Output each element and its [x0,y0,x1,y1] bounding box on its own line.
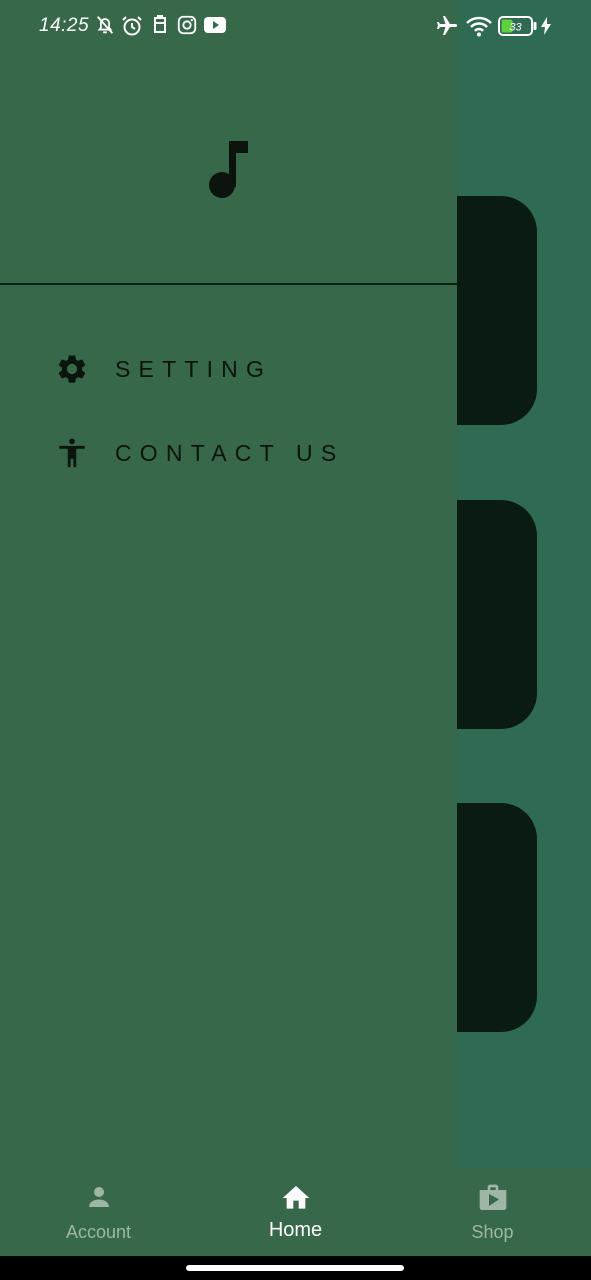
music-note-icon [209,141,248,198]
menu-item-label: CONTACT US [115,439,345,466]
charging-icon [541,17,551,35]
status-time: 14:25 [39,15,90,36]
notification-icon [154,15,166,33]
person-icon [88,1187,109,1207]
instagram-icon [177,15,197,35]
alarm-icon [122,16,142,36]
nav-label-account: Account [65,1222,132,1242]
youtube-icon [204,17,226,33]
nav-item-account[interactable]: Account [0,1168,197,1256]
nav-item-home[interactable]: Home [197,1168,394,1256]
gesture-area [0,1256,591,1280]
accessibility-icon [54,435,90,471]
gesture-handle[interactable] [186,1265,404,1271]
airplane-icon [437,16,457,35]
nav-item-shop[interactable]: Shop [394,1168,591,1256]
bell-off-icon [96,16,114,34]
shop-icon [479,1184,506,1210]
drawer-divider [0,283,457,285]
menu-item-label: SETTING [115,355,273,382]
wifi-icon [466,16,492,37]
battery-icon: 33 [498,16,537,36]
nav-label-shop: Shop [471,1222,514,1242]
menu-item-setting[interactable]: SETTING [54,349,272,389]
navigation-drawer: SETTING CONTACT US [0,0,457,1168]
home-icon [282,1186,309,1209]
gear-icon [54,351,90,387]
menu-item-contact-us[interactable]: CONTACT US [54,433,344,473]
nav-label-home: Home [268,1219,323,1241]
status-bar: 14:25 33 [0,0,591,52]
bottom-navigation: Account Home Shop [0,1168,591,1256]
battery-level: 33 [509,22,522,34]
